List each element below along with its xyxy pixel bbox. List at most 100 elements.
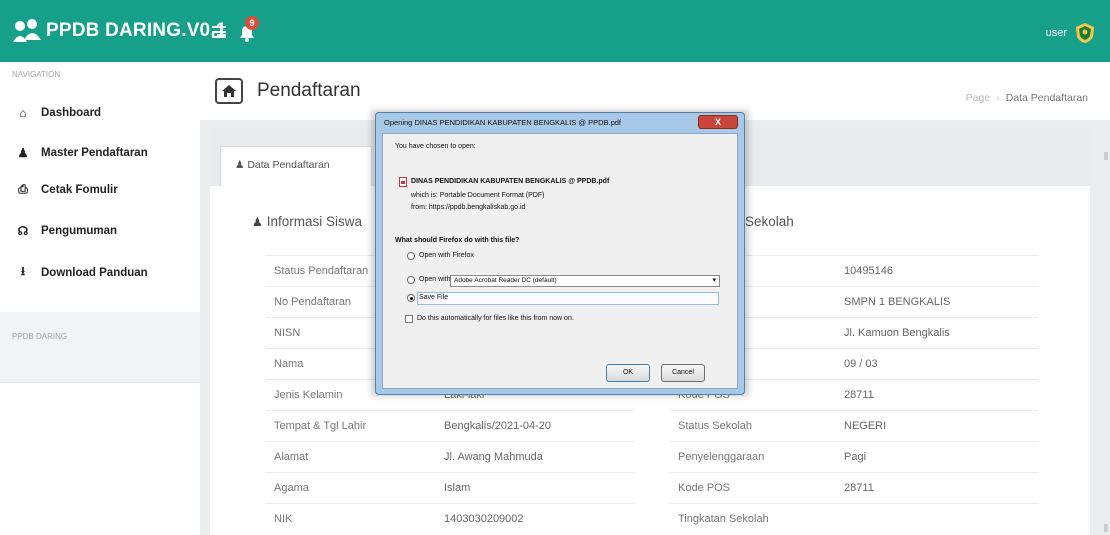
open-with-select[interactable]: Adobe Acrobat Reader DC (default) ▾ bbox=[450, 275, 720, 287]
file-name: DINAS PENDIDIKAN KABUPATEN BENGKALIS @ P… bbox=[411, 178, 610, 185]
sidebar-item-cetak-fomulir[interactable]: ⎙ Cetak Fomulir bbox=[16, 182, 118, 197]
row-label: Kode POS bbox=[670, 472, 836, 504]
dialog-body: You have chosen to open: DINAS PENDIDIKA… bbox=[382, 133, 738, 389]
dialog-title: Opening DINAS PENDIDIKAN KABUPATEN BENGK… bbox=[384, 118, 622, 127]
section-title-text: Sekolah bbox=[745, 214, 794, 229]
section-title-sekolah: Sekolah bbox=[745, 214, 794, 229]
row-label: Penyelenggaraan bbox=[670, 441, 836, 473]
ok-button[interactable]: OK bbox=[606, 364, 650, 382]
radio-open-with[interactable] bbox=[407, 276, 415, 284]
table-row: Tempat & Tgl Lahir Bengkalis/2021-04-20 bbox=[266, 410, 634, 442]
row-label: Status Sekolah bbox=[670, 410, 836, 442]
row-value: 10495146 bbox=[836, 255, 1038, 287]
row-value: 28711 bbox=[836, 379, 1038, 411]
scrollbar-up-arrow[interactable] bbox=[1104, 152, 1108, 160]
people-logo-icon bbox=[13, 19, 41, 42]
sidebar-item-label: Download Panduan bbox=[41, 266, 148, 279]
file-open-dialog: Opening DINAS PENDIDIKAN KABUPATEN BENGK… bbox=[375, 112, 745, 395]
row-value: 1403030209002 bbox=[436, 503, 634, 535]
row-label: Tempat & Tgl Lahir bbox=[266, 410, 436, 442]
row-value: Pagi bbox=[836, 441, 1038, 473]
row-value: Jl. Kamuon Bengkalis bbox=[836, 317, 1038, 349]
table-row: Kode POS 28711 bbox=[670, 472, 1038, 504]
user-icon: ♟ bbox=[17, 146, 29, 160]
save-file-focus-box bbox=[417, 292, 719, 305]
table-row: Alamat Jl. Awang Mahmuda bbox=[266, 441, 634, 473]
close-button[interactable]: X bbox=[698, 115, 738, 129]
chevron-down-icon: ▾ bbox=[712, 277, 716, 284]
file-type: which is: Portable Document Format (PDF) bbox=[411, 192, 545, 199]
row-label: Agama bbox=[266, 472, 436, 504]
breadcrumb: Page › Data Pendaftaran bbox=[966, 92, 1088, 104]
question-text: What should Firefox do with this file? bbox=[395, 237, 520, 244]
sidebar-item-label: Cetak Fomulir bbox=[41, 183, 118, 196]
row-label: Alamat bbox=[266, 441, 436, 473]
table-row: Penyelenggaraan Pagi bbox=[670, 441, 1038, 473]
table-row: Agama Islam bbox=[266, 472, 634, 504]
menu-toggle-icon[interactable] bbox=[212, 26, 226, 38]
radio-label: Open with Firefox bbox=[419, 252, 474, 259]
home-button[interactable] bbox=[215, 78, 243, 104]
page-title: Pendaftaran bbox=[257, 80, 361, 101]
row-value: SMPN 1 BENGKALIS bbox=[836, 286, 1038, 318]
scrollbar-down-arrow[interactable] bbox=[1104, 524, 1108, 532]
tab-label: Data Pendaftaran bbox=[247, 159, 330, 171]
table-row: Tingkatan Sekolah bbox=[670, 503, 1038, 535]
download-icon: ⭳ bbox=[20, 264, 26, 278]
section-title-text: Informasi Siswa bbox=[266, 214, 363, 229]
breadcrumb-item[interactable]: Page bbox=[966, 92, 991, 104]
row-label: Tingkatan Sekolah bbox=[670, 503, 836, 535]
radio-open-with-firefox[interactable] bbox=[407, 252, 415, 260]
row-value: Islam bbox=[436, 472, 634, 504]
file-source: from: https://ppdb.bengkaliskab.go.id bbox=[411, 204, 526, 211]
username-label: user bbox=[1045, 27, 1067, 39]
row-value bbox=[836, 503, 1038, 535]
row-label: NIK bbox=[266, 503, 436, 535]
sidebar-item-label: Master Pendaftaran bbox=[41, 147, 148, 159]
radio-save-file[interactable] bbox=[407, 294, 415, 302]
row-value: Jl. Awang Mahmuda bbox=[436, 441, 634, 473]
sidebar-item-download-panduan[interactable]: ⭳ Download Panduan bbox=[16, 262, 148, 283]
nav-header: NAVIGATION bbox=[12, 70, 61, 79]
home-icon bbox=[222, 85, 236, 97]
top-navbar: PPDB DARING.V0.1 9 user bbox=[0, 0, 1110, 62]
sidebar-item-master-pendaftaran[interactable]: ♟ Master Pendaftaran bbox=[16, 146, 148, 160]
row-value: Bengkalis/2021-04-20 bbox=[436, 410, 634, 442]
user-menu[interactable]: user bbox=[1046, 22, 1096, 44]
sidebar-item-dashboard[interactable]: ⌂ Dashboard bbox=[16, 106, 101, 120]
notification-badge: 9 bbox=[245, 16, 259, 30]
app-brand[interactable]: PPDB DARING.V0.1 bbox=[12, 18, 227, 44]
row-value: NEGERI bbox=[836, 410, 1038, 442]
home-icon: ⌂ bbox=[19, 106, 27, 120]
divider bbox=[0, 382, 200, 383]
tab-data-pendaftaran[interactable]: ♟ Data Pendaftaran bbox=[220, 146, 372, 186]
app-title: PPDB DARING.V0.1 bbox=[46, 20, 227, 41]
checkbox-label: Do this automatically for files like thi… bbox=[417, 315, 574, 322]
section-title-siswa: ♟ Informasi Siswa bbox=[252, 214, 362, 229]
sidebar-item-label: Pengumuman bbox=[41, 225, 118, 237]
breadcrumb-separator: › bbox=[996, 92, 1000, 104]
sidebar-item-label: Dashboard bbox=[41, 107, 102, 119]
sidebar-section: PPDB DARING bbox=[0, 312, 200, 382]
user-icon: ♟ bbox=[235, 159, 245, 171]
row-value: 28711 bbox=[836, 472, 1038, 504]
notification-bell-button[interactable]: 9 bbox=[236, 16, 259, 46]
print-icon: ⎙ bbox=[18, 182, 28, 196]
select-value: Adobe Acrobat Reader DC (default) bbox=[454, 277, 557, 284]
row-value: 09 / 03 bbox=[836, 348, 1038, 380]
radio-label: Save File bbox=[419, 294, 449, 301]
avatar bbox=[1076, 23, 1094, 43]
user-icon: ♟ bbox=[252, 214, 263, 229]
auto-action-checkbox[interactable] bbox=[405, 315, 413, 323]
radio-label: Open with bbox=[419, 276, 451, 283]
pdf-file-icon bbox=[399, 177, 407, 187]
cancel-button[interactable]: Cancel bbox=[661, 364, 705, 382]
table-row: NIK 1403030209002 bbox=[266, 503, 634, 535]
breadcrumb-item: Data Pendaftaran bbox=[1005, 92, 1088, 104]
table-row: Status Sekolah NEGERI bbox=[670, 410, 1038, 442]
sidebar: NAVIGATION ⌂ Dashboard ♟ Master Pendafta… bbox=[0, 62, 200, 535]
sidebar-item-pengumuman[interactable]: ☊ Pengumuman bbox=[16, 224, 117, 238]
chosen-text: You have chosen to open: bbox=[395, 143, 476, 150]
sidebar-section-label: PPDB DARING bbox=[12, 332, 68, 341]
bullhorn-icon: ☊ bbox=[17, 224, 29, 238]
